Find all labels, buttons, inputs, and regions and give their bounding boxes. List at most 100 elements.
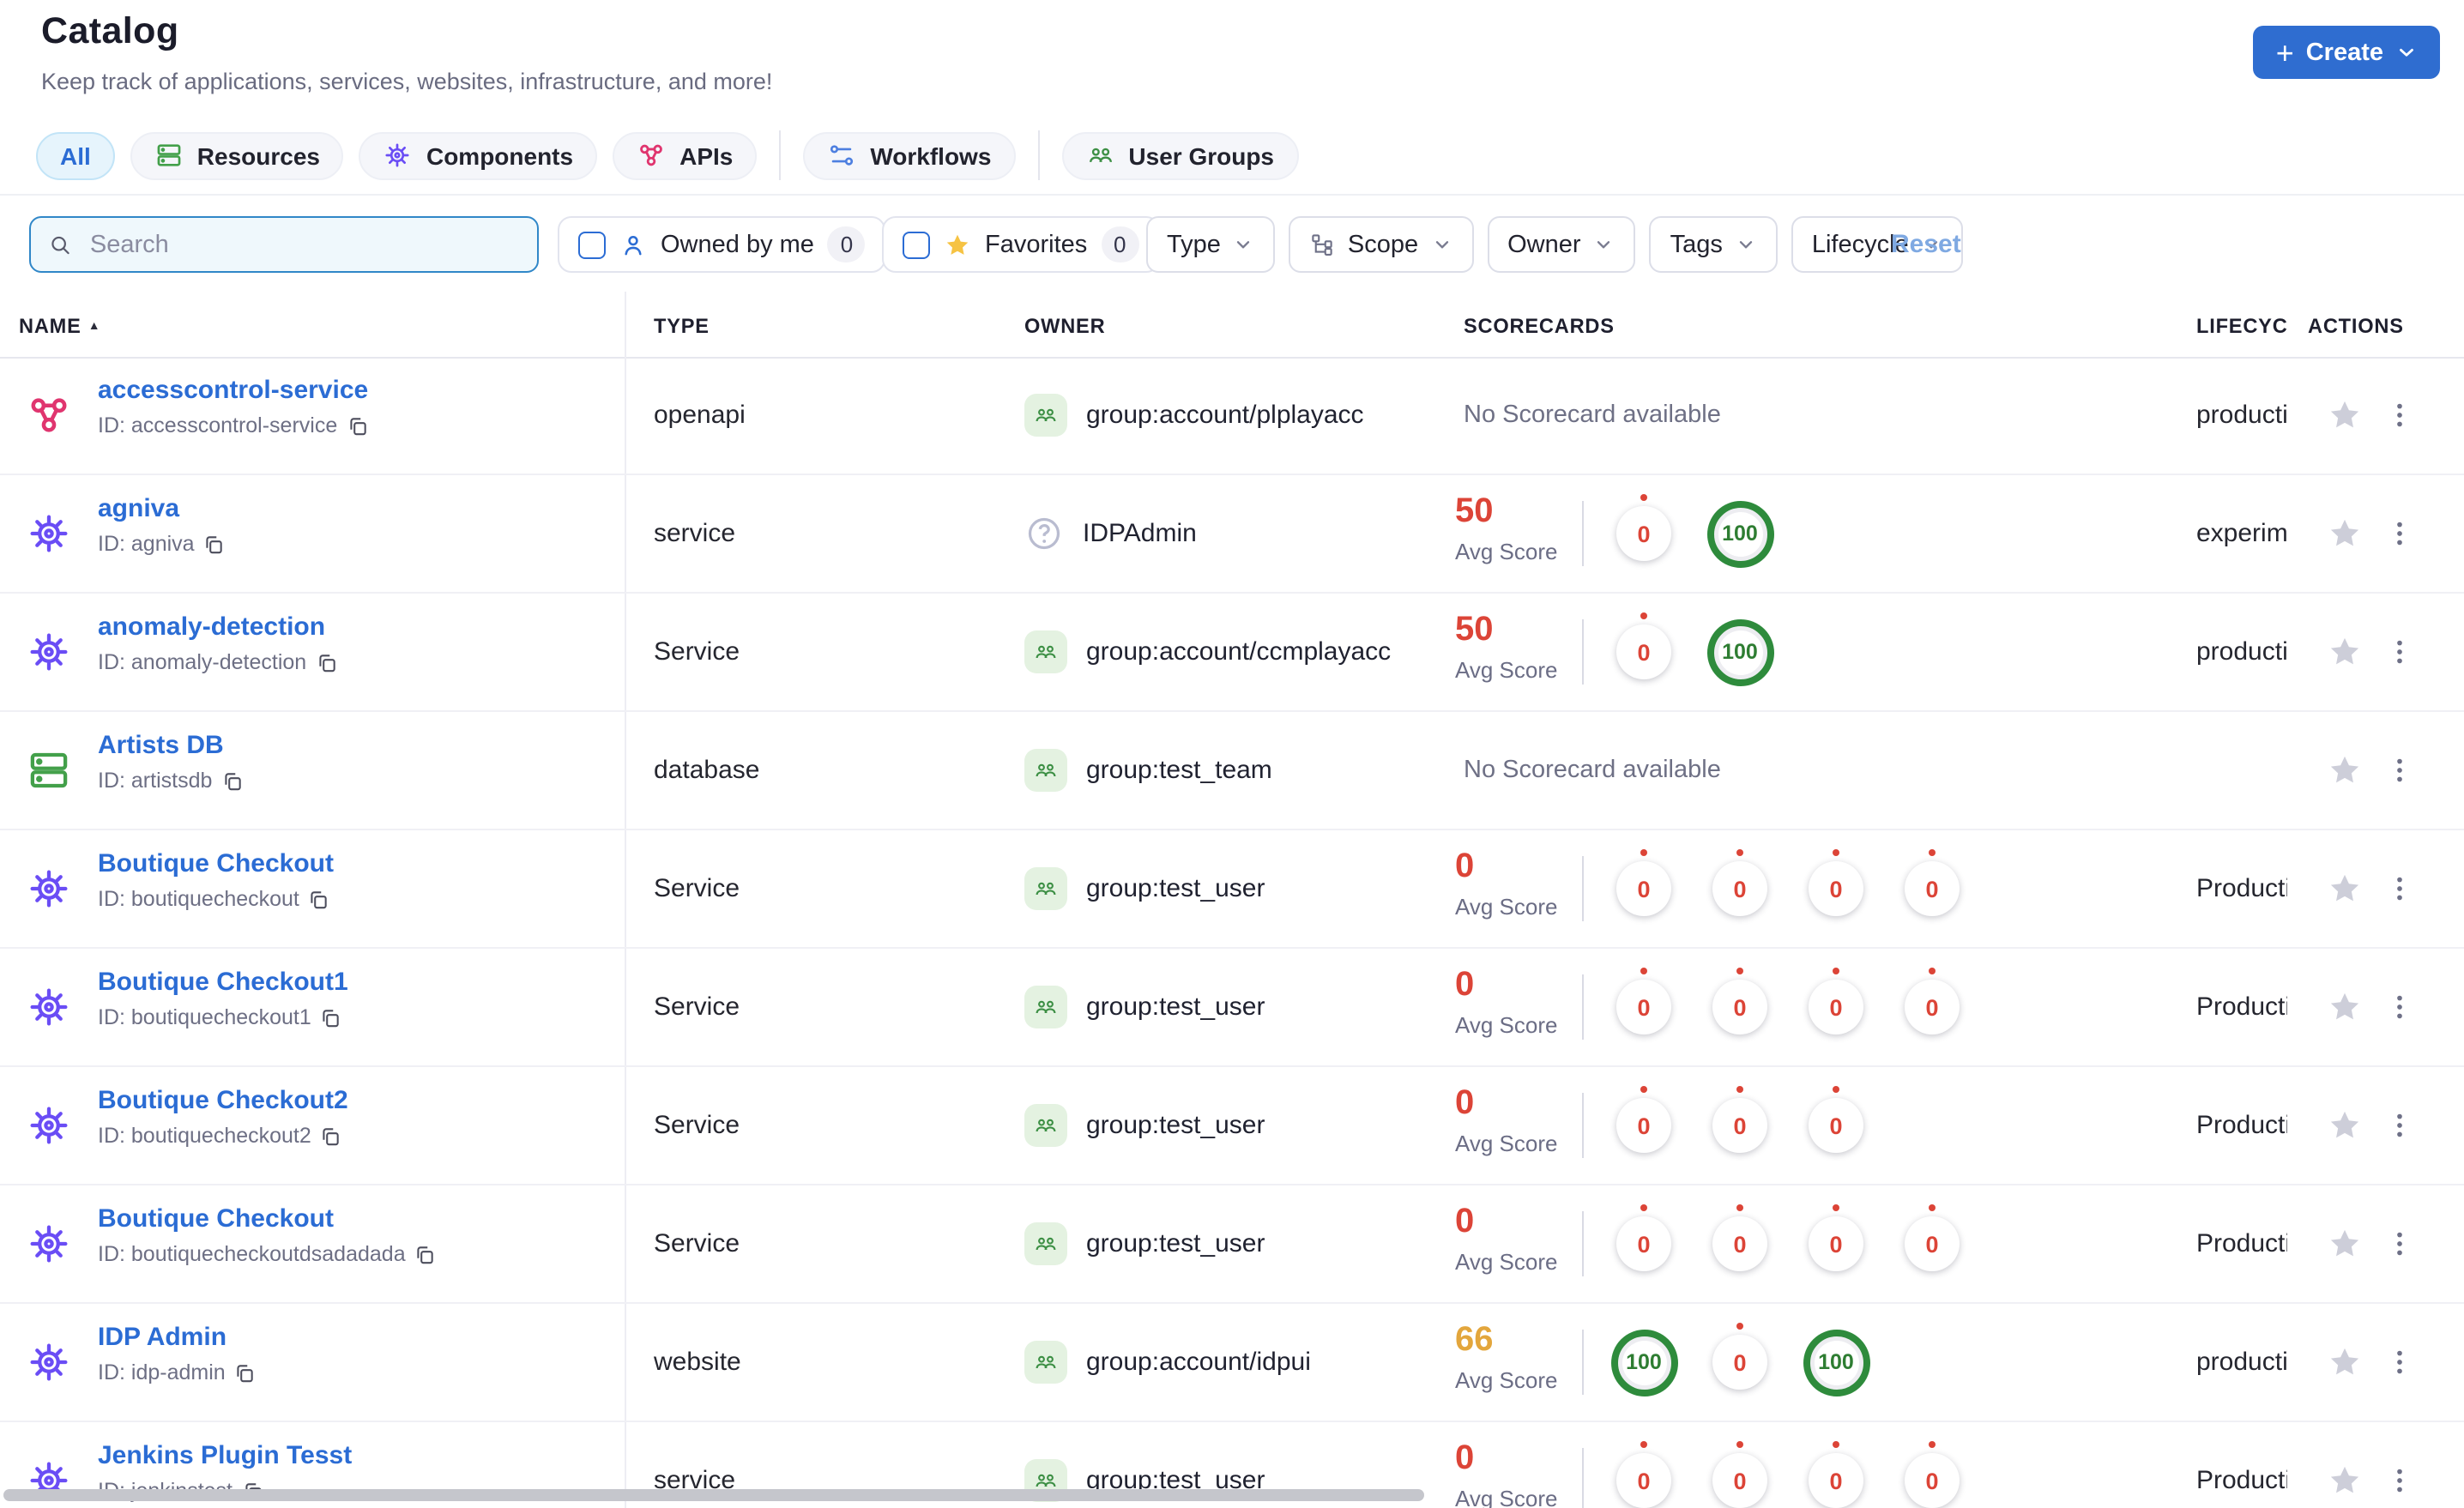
entity-name-link[interactable]: Boutique Checkout: [98, 1204, 437, 1234]
copy-icon[interactable]: [414, 1243, 437, 1265]
kebab-menu-button[interactable]: [2383, 636, 2416, 668]
entity-type: database: [654, 756, 760, 785]
scorecard-pill[interactable]: 0: [1712, 1323, 1767, 1390]
favorite-star-button[interactable]: [2327, 752, 2363, 788]
entity-name-link[interactable]: Boutique Checkout1: [98, 968, 348, 997]
scorecard-pill[interactable]: 0: [1905, 1441, 1960, 1508]
favorite-star-button[interactable]: [2327, 516, 2363, 552]
copy-icon[interactable]: [308, 888, 330, 910]
filter-owner-dropdown[interactable]: Owner: [1487, 216, 1636, 273]
scorecard-pill[interactable]: 0: [1712, 1086, 1767, 1153]
search-input[interactable]: [86, 229, 520, 260]
entity-name-link[interactable]: agniva: [98, 494, 226, 523]
favorite-star-button[interactable]: [2327, 1226, 2363, 1262]
reset-filters-button[interactable]: Reset: [1891, 216, 1961, 273]
entity-name-link[interactable]: IDP Admin: [98, 1323, 257, 1352]
entity-name-link[interactable]: Artists DB: [98, 731, 243, 760]
actions-cell: [2327, 871, 2416, 907]
scorecard-pill[interactable]: 0: [1809, 1441, 1863, 1508]
copy-icon[interactable]: [203, 533, 226, 555]
kebab-menu-button[interactable]: [2383, 872, 2416, 905]
entity-type: Service: [654, 637, 740, 667]
scorecard-pill[interactable]: 100: [1706, 618, 1773, 685]
favorites-checkbox[interactable]: [903, 231, 930, 258]
scorecard-pill[interactable]: 0: [1616, 1086, 1671, 1153]
scorecard-pill[interactable]: 0: [1616, 849, 1671, 916]
scorecard-pill[interactable]: 0: [1905, 849, 1960, 916]
favorite-star-button[interactable]: [2327, 634, 2363, 670]
entity-name-link[interactable]: anomaly-detection: [98, 612, 337, 642]
owned-by-me-filter[interactable]: Owned by me 0: [558, 216, 886, 273]
entity-name-cell: agniva ID: agniva: [98, 494, 226, 556]
filter-scope-dropdown[interactable]: Scope: [1289, 216, 1474, 273]
gear-icon: [26, 866, 72, 912]
copy-icon[interactable]: [346, 414, 368, 437]
copy-icon[interactable]: [320, 1006, 342, 1028]
scorecard-pill[interactable]: 0: [1809, 849, 1863, 916]
entity-id: ID: agniva: [98, 532, 195, 556]
copy-icon[interactable]: [320, 1125, 342, 1147]
scorecard-pill[interactable]: 0: [1616, 1441, 1671, 1508]
lifecycle-value: Production: [2196, 874, 2287, 903]
kebab-menu-button[interactable]: [2383, 1109, 2416, 1142]
scorecard-pill[interactable]: 0: [1712, 1441, 1767, 1508]
scorecard-pill[interactable]: 0: [1616, 1204, 1671, 1271]
favorite-star-button[interactable]: [2327, 989, 2363, 1025]
scorecard-pill[interactable]: 0: [1905, 968, 1960, 1034]
scorecard-pill[interactable]: 0: [1809, 968, 1863, 1034]
owner-name: group:test_user: [1086, 1111, 1265, 1140]
scorecard-pill[interactable]: 0: [1905, 1204, 1960, 1271]
entity-id-line: ID: anomaly-detection: [98, 650, 337, 674]
entity-name-link[interactable]: Boutique Checkout: [98, 849, 334, 878]
favorite-star-button[interactable]: [2327, 1107, 2363, 1143]
entity-name-link[interactable]: accesscontrol-service: [98, 376, 368, 405]
favorite-star-button[interactable]: [2327, 1344, 2363, 1380]
tab-workflows[interactable]: Workflows: [803, 131, 1016, 179]
filter-type-dropdown[interactable]: Type: [1146, 216, 1276, 273]
favorite-star-button[interactable]: [2327, 871, 2363, 907]
entity-name-link[interactable]: Boutique Checkout2: [98, 1086, 348, 1115]
copy-icon[interactable]: [220, 769, 243, 792]
kebab-menu-button[interactable]: [2383, 399, 2416, 431]
create-button[interactable]: + Create: [2253, 26, 2440, 79]
favorites-filter[interactable]: Favorites 0: [882, 216, 1160, 273]
scorecard-pill[interactable]: 0: [1616, 968, 1671, 1034]
entity-name-link[interactable]: Jenkins Plugin Tesst: [98, 1441, 352, 1470]
favorite-star-button[interactable]: [2327, 397, 2363, 433]
kebab-menu-button[interactable]: [2383, 517, 2416, 550]
kebab-menu-button[interactable]: [2383, 991, 2416, 1023]
tab-all[interactable]: All: [36, 131, 115, 179]
filter-tags-dropdown[interactable]: Tags: [1649, 216, 1778, 273]
horizontal-scrollbar[interactable]: [3, 1489, 1424, 1501]
kebab-menu-button[interactable]: [2383, 1228, 2416, 1260]
scorecard-pill[interactable]: 0: [1616, 494, 1671, 561]
scorecard-pill[interactable]: 0: [1809, 1204, 1863, 1271]
lifecycle-value: Production: [2196, 1229, 2287, 1258]
scorecard-pill[interactable]: 0: [1712, 968, 1767, 1034]
scorecard-pill[interactable]: 100: [1706, 500, 1773, 567]
scorecard-pill[interactable]: 0: [1712, 849, 1767, 916]
scorecard-pill[interactable]: 100: [1610, 1329, 1677, 1396]
kebab-menu-button[interactable]: [2383, 1346, 2416, 1378]
scorecard-pill[interactable]: 0: [1809, 1086, 1863, 1153]
tab-components[interactable]: Components: [359, 131, 598, 179]
search-box[interactable]: [29, 216, 539, 273]
kebab-menu-button[interactable]: [2383, 754, 2416, 787]
copy-icon[interactable]: [315, 651, 337, 673]
tab-apis[interactable]: APIs: [613, 131, 758, 179]
tab-user-groups[interactable]: User Groups: [1061, 131, 1299, 179]
scorecards-cell: 0 Avg Score 0 0 0 0: [1455, 830, 2210, 947]
kebab-menu-button[interactable]: [2383, 1464, 2416, 1497]
scorecards-cell: No Scorecard available: [1455, 357, 2210, 474]
favorite-star-button[interactable]: [2327, 1463, 2363, 1499]
owner-cell: group:account/plplayacc: [1024, 394, 1364, 437]
copy-icon[interactable]: [234, 1361, 257, 1384]
tab-resources[interactable]: Resources: [130, 131, 344, 179]
scorecard-pills: 0 100: [1596, 594, 1788, 710]
owned-by-me-checkbox[interactable]: [578, 231, 606, 258]
group-icon: [1024, 394, 1067, 437]
column-header-name[interactable]: NAME ▲: [19, 314, 100, 338]
scorecard-pill[interactable]: 100: [1803, 1329, 1869, 1396]
scorecard-pill[interactable]: 0: [1616, 612, 1671, 679]
scorecard-pill[interactable]: 0: [1712, 1204, 1767, 1271]
